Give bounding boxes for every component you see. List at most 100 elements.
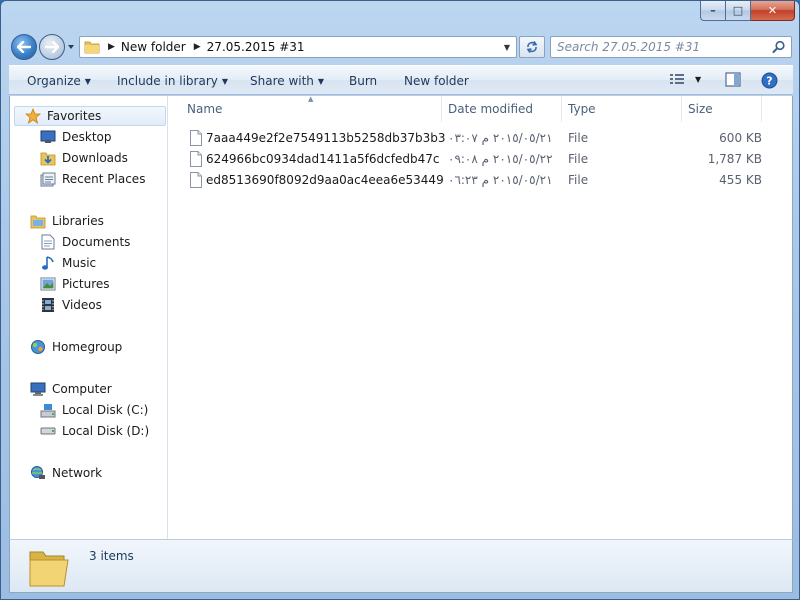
file-icon xyxy=(190,151,202,167)
caption-buttons: – □ ✕ xyxy=(700,1,795,21)
nav-favorites[interactable]: Favorites xyxy=(14,106,166,126)
organize-button[interactable]: Organize ▼ xyxy=(27,74,91,88)
nav-videos[interactable]: Videos xyxy=(40,295,102,315)
navigation-pane[interactable]: Favorites Desktop Downloads Recent Place… xyxy=(10,96,168,539)
music-note-icon xyxy=(40,255,56,271)
nav-network[interactable]: Network xyxy=(30,463,102,483)
include-in-library-button[interactable]: Include in library ▼ xyxy=(117,74,228,88)
column-header-size[interactable]: Size xyxy=(682,96,762,122)
nav-computer[interactable]: Computer xyxy=(30,379,112,399)
search-placeholder: Search 27.05.2015 #31 xyxy=(557,40,701,54)
explorer-window: – □ ✕ ▶ New folder ▶ 27.05.2015 #31 ▼ Se… xyxy=(0,0,800,600)
nav-local-disk-c[interactable]: Local Disk (C:) xyxy=(40,400,148,420)
nav-favorites-label: Favorites xyxy=(47,109,102,123)
chevron-down-icon: ▼ xyxy=(221,77,229,86)
file-row[interactable]: 7aaa449e2f2e7549113b5258db37b3b3 ٢٠١٥/٠٥… xyxy=(190,128,780,149)
include-in-library-label: Include in library xyxy=(117,74,218,88)
nav-local-disk-c-label: Local Disk (C:) xyxy=(62,403,149,417)
organize-label: Organize xyxy=(27,74,81,88)
preview-pane-button[interactable] xyxy=(725,72,741,87)
nav-documents-label: Documents xyxy=(62,235,131,249)
back-button[interactable] xyxy=(11,34,37,60)
nav-recent-places-label: Recent Places xyxy=(62,172,146,186)
share-with-label: Share with xyxy=(250,74,314,88)
videos-film-icon xyxy=(40,297,56,313)
help-button[interactable]: ? xyxy=(761,72,778,89)
file-list[interactable]: ▲ Name Date modified Type Size 7aaa449e2… xyxy=(170,95,792,539)
refresh-button[interactable] xyxy=(519,36,545,58)
recent-pages-dropdown-icon[interactable] xyxy=(67,43,75,51)
file-type: File xyxy=(568,152,589,166)
pictures-icon xyxy=(40,276,56,292)
arrow-right-icon xyxy=(45,41,59,53)
navigation-bar: ▶ New folder ▶ 27.05.2015 #31 ▼ Search 2… xyxy=(1,31,799,63)
chevron-down-icon: ▼ xyxy=(695,74,702,84)
minimize-button[interactable]: – xyxy=(700,1,726,21)
forward-button[interactable] xyxy=(39,34,65,60)
search-input[interactable]: Search 27.05.2015 #31 xyxy=(550,36,792,58)
nav-desktop-label: Desktop xyxy=(62,130,112,144)
nav-libraries-label: Libraries xyxy=(52,214,104,228)
recent-places-icon xyxy=(40,171,56,187)
change-view-button[interactable]: ▼ xyxy=(669,72,701,86)
breadcrumb-current-folder[interactable]: 27.05.2015 #31 xyxy=(207,40,305,54)
file-icon xyxy=(190,172,202,188)
file-name: 7aaa449e2f2e7549113b5258db37b3b3 xyxy=(206,131,446,145)
nav-desktop[interactable]: Desktop xyxy=(40,127,112,147)
file-size: 600 KB xyxy=(719,131,762,145)
refresh-icon xyxy=(526,41,538,53)
burn-button[interactable]: Burn xyxy=(349,74,377,88)
file-row[interactable]: ed8513690f8092d9aa0ac4eea6e53449 ٢٠١٥/٠٥… xyxy=(190,170,780,191)
system-drive-icon xyxy=(40,402,56,418)
file-date-modified: ٢٠١٥/٠٥/٢١ م ٠٣:٠٧ xyxy=(448,131,553,145)
nav-computer-label: Computer xyxy=(52,382,112,396)
downloads-folder-icon xyxy=(40,150,56,166)
nav-homegroup-label: Homegroup xyxy=(52,340,123,354)
nav-music[interactable]: Music xyxy=(40,253,96,273)
column-header-name[interactable]: Name xyxy=(170,96,442,122)
help-icon: ? xyxy=(761,72,778,89)
file-size: 455 KB xyxy=(719,173,762,187)
nav-pictures-label: Pictures xyxy=(62,277,110,291)
chevron-down-icon: ▼ xyxy=(84,77,91,86)
column-header-type[interactable]: Type xyxy=(562,96,682,122)
libraries-icon xyxy=(30,213,46,229)
folder-icon xyxy=(84,41,100,54)
address-bar[interactable]: ▶ New folder ▶ 27.05.2015 #31 ▼ xyxy=(79,36,517,58)
folder-large-icon xyxy=(29,551,69,587)
nav-local-disk-d[interactable]: Local Disk (D:) xyxy=(40,421,149,441)
search-icon[interactable] xyxy=(772,40,786,54)
address-history-dropdown-icon[interactable]: ▼ xyxy=(504,43,510,52)
breadcrumb-separator-icon[interactable]: ▶ xyxy=(194,42,201,52)
new-folder-button[interactable]: New folder xyxy=(404,74,469,88)
nav-libraries[interactable]: Libraries xyxy=(30,211,104,231)
nav-music-label: Music xyxy=(62,256,97,270)
view-details-icon xyxy=(670,74,684,84)
file-date-modified: ٢٠١٥/٠٥/٢٢ م ٠٩:٠٨ xyxy=(448,152,553,166)
title-bar[interactable]: – □ ✕ xyxy=(1,1,799,31)
file-row[interactable]: 624966bc0934dad1411a5f6dcfedb47c ٢٠١٥/٠٥… xyxy=(190,149,780,170)
nav-videos-label: Videos xyxy=(62,298,102,312)
computer-icon xyxy=(30,381,46,397)
file-size: 1,787 KB xyxy=(707,152,762,166)
maximize-button[interactable]: □ xyxy=(726,1,751,21)
homegroup-icon xyxy=(30,339,46,355)
content-area: Favorites Desktop Downloads Recent Place… xyxy=(9,95,793,539)
nav-recent-places[interactable]: Recent Places xyxy=(40,169,145,189)
command-bar: Organize ▼ Include in library ▼ Share with… xyxy=(9,65,793,95)
nav-downloads[interactable]: Downloads xyxy=(40,148,128,168)
nav-homegroup[interactable]: Homegroup xyxy=(30,337,122,357)
breadcrumb-separator-icon[interactable]: ▶ xyxy=(108,42,115,52)
close-button[interactable]: ✕ xyxy=(751,1,795,21)
documents-icon xyxy=(40,234,56,250)
item-count: 3 items xyxy=(89,549,134,563)
nav-local-disk-d-label: Local Disk (D:) xyxy=(62,424,150,438)
column-header-date-modified[interactable]: Date modified xyxy=(442,96,562,122)
nav-documents[interactable]: Documents xyxy=(40,232,130,252)
nav-pictures[interactable]: Pictures xyxy=(40,274,110,294)
hard-drive-icon xyxy=(40,423,56,439)
share-with-button[interactable]: Share with ▼ xyxy=(250,74,324,88)
nav-network-label: Network xyxy=(52,466,103,480)
breadcrumb-new-folder[interactable]: New folder xyxy=(121,40,186,54)
preview-pane-icon xyxy=(725,72,741,87)
